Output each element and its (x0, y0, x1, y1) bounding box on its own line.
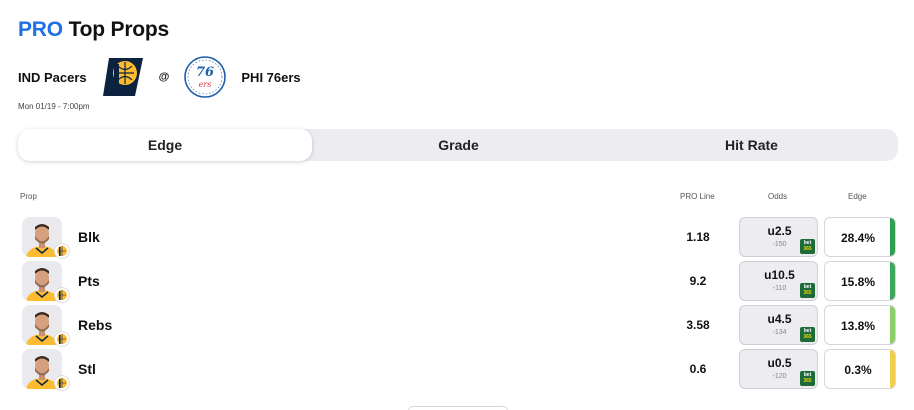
odds-line: u0.5 (767, 356, 792, 370)
prop-row[interactable]: Pts 9.2 u10.5 -110 bet 365 15.8% (18, 261, 898, 303)
sportsbook-icon: bet 365 (800, 239, 815, 254)
team-badge-icon (54, 243, 70, 259)
edge-indicator-bar (890, 262, 895, 300)
sportsbook-number: 365 (803, 290, 812, 296)
prop-row[interactable]: Blk 1.18 u2.5 -150 bet 365 28.4% (18, 217, 898, 259)
load-more-button[interactable] (408, 406, 508, 410)
edge-cell: 0.3% (824, 349, 896, 389)
odds-line: u2.5 (767, 224, 792, 238)
prop-stat: Stl (78, 361, 96, 377)
svg-text:76: 76 (196, 65, 214, 80)
team-badge-icon (54, 331, 70, 347)
pro-line-value: 3.58 (686, 318, 710, 332)
title-text: Top Props (68, 18, 170, 41)
prop-stat: Blk (78, 229, 100, 245)
page-title: PRO Top Props (18, 18, 169, 42)
tab-grade[interactable]: Grade (312, 129, 605, 161)
sportsbook-number: 365 (803, 246, 812, 252)
column-header-prop: Prop (20, 192, 37, 201)
edge-indicator-bar (890, 218, 895, 256)
edge-value: 0.3% (844, 363, 872, 377)
prop-row[interactable]: Stl 0.6 u0.5 -120 bet 365 0.3% (18, 349, 898, 391)
column-header-edge: Edge (848, 192, 867, 201)
pacers-logo-icon (102, 58, 143, 96)
sportsbook-icon: bet 365 (800, 327, 815, 342)
edge-value: 28.4% (840, 231, 876, 245)
tab-hit-rate[interactable]: Hit Rate (605, 129, 898, 161)
sportsbook-icon: bet 365 (800, 283, 815, 298)
edge-value: 15.8% (840, 275, 876, 289)
odds-button[interactable]: u0.5 -120 bet 365 (739, 349, 818, 389)
edge-value: 13.8% (840, 319, 876, 333)
odds-line: u4.5 (767, 312, 792, 326)
odds-button[interactable]: u2.5 -150 bet 365 (739, 217, 818, 257)
odds-button[interactable]: u10.5 -110 bet 365 (739, 261, 818, 301)
prop-row[interactable]: Rebs 3.58 u4.5 -134 bet 365 13.8% (18, 305, 898, 347)
column-header-odds: Odds (768, 192, 788, 201)
team-badge-icon (54, 375, 70, 391)
odds-button[interactable]: u4.5 -134 bet 365 (739, 305, 818, 345)
at-symbol: @ (158, 71, 170, 83)
sportsbook-icon: bet 365 (800, 371, 815, 386)
pro-line-value: 9.2 (689, 274, 707, 288)
sportsbook-number: 365 (803, 378, 812, 384)
odds-line: u10.5 (764, 268, 795, 282)
tab-edge[interactable]: Edge (18, 129, 312, 161)
home-team-name: PHI 76ers (241, 69, 301, 85)
sixers-logo-icon: 76 ers (184, 56, 227, 98)
edge-cell: 15.8% (824, 261, 896, 301)
away-team-name: IND Pacers (18, 69, 87, 85)
team-badge-icon (54, 287, 70, 303)
pro-label: PRO (18, 18, 63, 41)
prop-stat: Pts (78, 273, 100, 289)
edge-cell: 28.4% (824, 217, 896, 257)
edge-indicator-bar (890, 306, 895, 344)
prop-stat: Rebs (78, 317, 113, 333)
column-header-pro-line: PRO Line (680, 192, 715, 201)
sort-tabs: Edge Grade Hit Rate (18, 129, 898, 161)
edge-cell: 13.8% (824, 305, 896, 345)
game-matchup: IND Pacers @ 76 ers PHI 76ers (18, 56, 301, 98)
edge-indicator-bar (890, 350, 895, 388)
pro-line-value: 1.18 (686, 230, 710, 244)
svg-text:ers: ers (199, 80, 212, 89)
sportsbook-number: 365 (803, 334, 812, 340)
pro-line-value: 0.6 (689, 362, 707, 376)
game-datetime: Mon 01/19 - 7:00pm (18, 102, 90, 111)
